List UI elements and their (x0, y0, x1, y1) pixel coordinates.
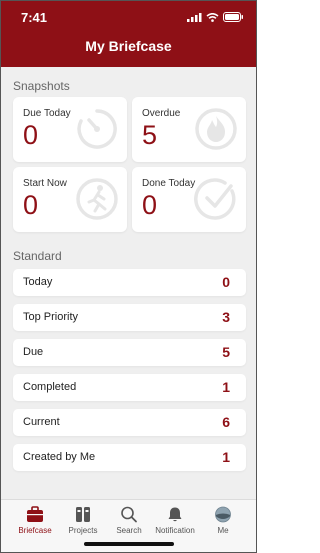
row-label: Due (23, 346, 44, 358)
row-count: 6 (222, 414, 230, 430)
projects-icon (76, 507, 90, 522)
snapshot-card-start-now[interactable]: Start Now 0 (13, 167, 127, 232)
card-label: Done Today (142, 178, 196, 189)
check-circle-icon (194, 178, 236, 220)
bottom-tab-bar: Briefcase Projects Search Notification M… (1, 499, 256, 552)
card-label: Due Today (23, 108, 71, 119)
search-icon (121, 506, 137, 523)
row-label: Created by Me (23, 451, 96, 463)
running-person-icon (76, 178, 118, 220)
snapshot-card-done-today[interactable]: Done Today 0 (132, 167, 246, 232)
row-count: 1 (222, 379, 230, 395)
tab-label: Briefcase (18, 526, 52, 535)
card-label: Overdue (142, 108, 181, 119)
briefcase-icon (27, 506, 43, 522)
tab-label: Search (116, 526, 142, 535)
tab-me[interactable]: Me (200, 506, 246, 535)
list-item-current[interactable]: Current 6 (13, 409, 246, 436)
battery-icon (223, 12, 243, 22)
list-item-completed[interactable]: Completed 1 (13, 374, 246, 401)
snapshots-section-label: Snapshots (13, 79, 70, 93)
snapshot-card-overdue[interactable]: Overdue 5 (132, 97, 246, 162)
app-screen: 7:41 My Briefcase Snapshots Due Today 0 … (0, 0, 257, 553)
row-count: 3 (222, 309, 230, 325)
row-label: Top Priority (23, 311, 79, 323)
row-count: 5 (222, 344, 230, 360)
snapshot-card-due-today[interactable]: Due Today 0 (13, 97, 127, 162)
row-label: Today (23, 276, 53, 288)
list-item-due[interactable]: Due 5 (13, 339, 246, 366)
status-time: 7:41 (21, 10, 48, 25)
tab-label: Me (217, 526, 229, 535)
tab-briefcase[interactable]: Briefcase (12, 506, 58, 535)
card-label: Start Now (23, 178, 67, 189)
status-bar: 7:41 (1, 1, 256, 31)
row-count: 0 (222, 274, 230, 290)
status-icons (187, 12, 244, 22)
card-value: 0 (23, 120, 39, 150)
tab-projects[interactable]: Projects (60, 506, 106, 535)
tab-label: Notification (155, 526, 195, 535)
list-item-top-priority[interactable]: Top Priority 3 (13, 304, 246, 331)
list-item-today[interactable]: Today 0 (13, 269, 246, 296)
row-count: 1 (222, 449, 230, 465)
home-indicator[interactable] (84, 542, 174, 546)
row-label: Completed (23, 381, 77, 393)
tab-notification[interactable]: Notification (152, 506, 198, 535)
bell-icon (168, 507, 182, 522)
tab-search[interactable]: Search (106, 506, 152, 535)
card-value: 0 (23, 190, 39, 220)
card-value: 5 (142, 120, 158, 150)
stopwatch-icon (77, 109, 117, 149)
row-label: Current (23, 416, 60, 428)
card-value: 0 (142, 190, 158, 220)
list-item-created-by-me[interactable]: Created by Me 1 (13, 444, 246, 471)
wifi-icon (206, 12, 219, 22)
page-title: My Briefcase (85, 38, 172, 54)
standard-section-label: Standard (13, 249, 62, 263)
signal-icon (187, 12, 202, 22)
avatar-icon (215, 506, 231, 523)
flame-icon (195, 108, 237, 150)
app-header: 7:41 My Briefcase (1, 1, 256, 67)
tab-label: Projects (68, 526, 98, 535)
